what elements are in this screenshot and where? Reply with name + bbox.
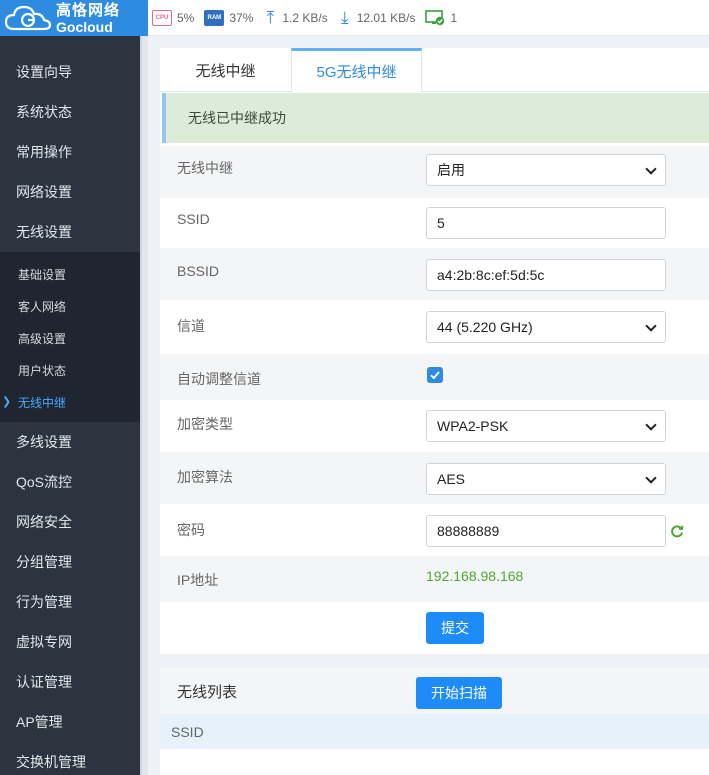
channel-label: 信道: [177, 318, 205, 334]
refresh-icon[interactable]: [670, 524, 684, 538]
auto-channel-row: 自动调整信道: [160, 354, 709, 400]
sidebar-item-setup-wizard[interactable]: 设置向导: [0, 52, 140, 92]
ssid-label: SSID: [177, 211, 210, 227]
sidebar-item-system-status[interactable]: 系统状态: [0, 92, 140, 132]
system-stats: CPU 5% RAM 37% ⤒ 1.2 KB/s ⤓ 12.01 KB/s 1: [152, 0, 467, 36]
checkmark-icon: [430, 371, 440, 380]
upload-arrow-icon: ⤒: [266, 8, 275, 27]
wireless-list-title: 无线列表: [177, 684, 238, 701]
brand-logo[interactable]: 高恪网络 Gocloud: [0, 0, 148, 36]
ssid-input[interactable]: 5: [426, 207, 666, 239]
download-arrow-icon: ⤓: [340, 8, 349, 27]
encryption-label: 加密类型: [177, 416, 233, 432]
upload-stat: ⤒ 1.2 KB/s: [263, 8, 328, 28]
brand-name-en: Gocloud: [56, 18, 113, 35]
tab-5g-wireless-repeater[interactable]: 5G无线中继: [291, 48, 422, 92]
cloud-logo-icon: [4, 5, 52, 31]
subnav-item-basic[interactable]: 基础设置: [0, 258, 140, 290]
sidebar-item-common-ops[interactable]: 常用操作: [0, 132, 140, 172]
repeater-label: 无线中继: [177, 160, 233, 176]
sidebar-nav: 设置向导 系统状态 常用操作 网络设置 无线设置 基础设置 客人网络 高级设置 …: [0, 36, 140, 775]
sidebar-item-wireless-settings[interactable]: 无线设置: [0, 212, 140, 252]
ip-row: IP地址 192.168.98.168: [160, 556, 709, 602]
sidebar-item-network-security[interactable]: 网络安全: [0, 502, 140, 542]
cpu-stat: CPU 5%: [152, 10, 194, 26]
ip-value: 192.168.98.168: [426, 568, 524, 584]
subnav-item-guest-network[interactable]: 客人网络: [0, 290, 140, 322]
ip-label: IP地址: [177, 572, 219, 588]
wireless-list-card: 无线列表 开始扫描 SSID: [160, 668, 709, 775]
wireless-submenu: 基础设置 客人网络 高级设置 用户状态 ❯ 无线中继: [0, 252, 140, 422]
encryption-select[interactable]: WPA2-PSK: [426, 410, 666, 442]
tab-underline: [160, 91, 709, 92]
repeater-settings-card: 无线中继 5G无线中继 无线已中继成功 无线中继 启用 SSID 5 BSSID…: [160, 48, 709, 654]
bssid-row: BSSID a4:2b:8c:ef:5d:5c: [160, 248, 709, 300]
ram-stat: RAM 37%: [204, 10, 253, 26]
tab-wireless-repeater[interactable]: 无线中继: [160, 48, 291, 92]
top-bar: 高恪网络 Gocloud CPU 5% RAM 37% ⤒ 1.2 KB/s ⤓…: [0, 0, 709, 36]
wireless-list-header: 无线列表 开始扫描: [160, 668, 709, 714]
encryption-select-value: WPA2-PSK: [437, 418, 509, 434]
cipher-label: 加密算法: [177, 469, 233, 485]
brand-name-cn: 高恪网络: [56, 1, 121, 19]
sidebar-item-auth-management[interactable]: 认证管理: [0, 662, 140, 702]
sidebar-item-network-settings[interactable]: 网络设置: [0, 172, 140, 212]
bssid-input[interactable]: a4:2b:8c:ef:5d:5c: [426, 259, 666, 291]
upload-value: 1.2 KB/s: [282, 11, 328, 25]
subnav-item-wireless-repeater-label: 无线中继: [18, 395, 67, 410]
password-label: 密码: [177, 522, 205, 538]
connections-value: 1: [450, 11, 458, 25]
bssid-label: BSSID: [177, 263, 220, 279]
subnav-item-advanced[interactable]: 高级设置: [0, 322, 140, 354]
password-input[interactable]: 88888889: [426, 515, 666, 547]
cipher-select-value: AES: [437, 471, 466, 487]
cpu-icon: CPU: [152, 10, 172, 26]
repeater-select-value: 启用: [437, 162, 465, 178]
password-row: 密码 88888889: [160, 504, 709, 556]
start-scan-button[interactable]: 开始扫描: [416, 677, 502, 709]
active-caret-icon: ❯: [2, 396, 12, 408]
cpu-value: 5%: [177, 11, 195, 25]
ram-value: 37%: [229, 11, 254, 25]
sidebar-item-switch-management[interactable]: 交换机管理: [0, 742, 140, 775]
monitor-check-icon: [425, 10, 445, 26]
channel-row: 信道 44 (5.220 GHz): [160, 300, 709, 354]
sidebar-item-group-management[interactable]: 分组管理: [0, 542, 140, 582]
active-tab-gap: [292, 91, 421, 92]
submit-button[interactable]: 提交: [426, 612, 484, 644]
cipher-row: 加密算法 AES: [160, 452, 709, 504]
sidebar-divider: [140, 36, 148, 775]
ssid-row: SSID 5: [160, 198, 709, 248]
connections-stat: 1: [425, 10, 457, 26]
wireless-list-column-ssid: SSID: [160, 714, 709, 749]
sidebar-item-multi-wan[interactable]: 多线设置: [0, 422, 140, 462]
ram-icon: RAM: [204, 10, 225, 26]
sidebar-item-behavior-management[interactable]: 行为管理: [0, 582, 140, 622]
subnav-item-user-status[interactable]: 用户状态: [0, 354, 140, 386]
tab-bar: 无线中继 5G无线中继: [160, 48, 422, 92]
success-alert: 无线已中继成功: [162, 93, 709, 143]
channel-select-value: 44 (5.220 GHz): [437, 319, 533, 335]
channel-select[interactable]: 44 (5.220 GHz): [426, 311, 666, 343]
download-stat: ⤓ 12.01 KB/s: [338, 8, 416, 28]
sidebar-item-ap-management[interactable]: AP管理: [0, 702, 140, 742]
repeater-row: 无线中继 启用: [160, 146, 709, 198]
password-input-value: 88888889: [437, 523, 500, 539]
cipher-select[interactable]: AES: [426, 463, 666, 495]
encryption-row: 加密类型 WPA2-PSK: [160, 400, 709, 452]
sidebar-item-vpn[interactable]: 虚拟专网: [0, 622, 140, 662]
auto-channel-label: 自动调整信道: [177, 371, 261, 387]
subnav-item-wireless-repeater[interactable]: ❯ 无线中继: [0, 386, 140, 418]
ssid-input-value: 5: [437, 215, 445, 231]
repeater-select[interactable]: 启用: [426, 154, 666, 186]
bssid-input-value: a4:2b:8c:ef:5d:5c: [437, 267, 545, 283]
auto-channel-checkbox[interactable]: [427, 367, 443, 383]
download-value: 12.01 KB/s: [356, 11, 416, 25]
sidebar-item-qos[interactable]: QoS流控: [0, 462, 140, 502]
